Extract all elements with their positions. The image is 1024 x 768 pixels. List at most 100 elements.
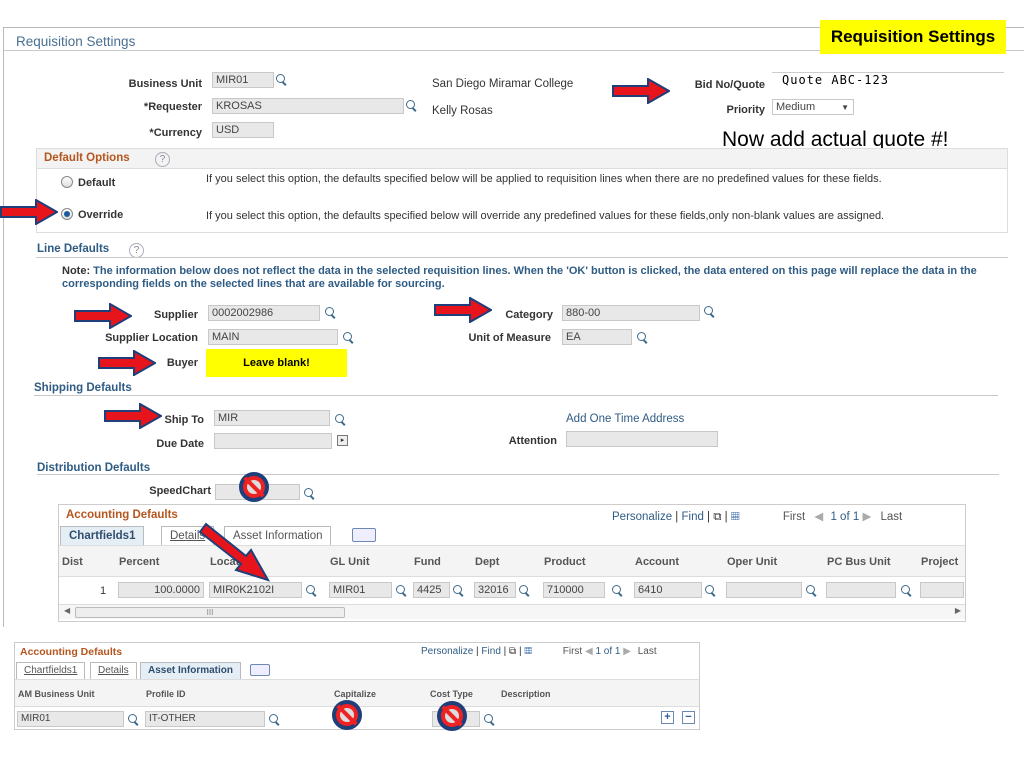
grid-title: Accounting Defaults — [20, 646, 123, 658]
lookup-icon[interactable] — [275, 73, 288, 86]
lookup-icon[interactable] — [704, 584, 717, 597]
ship-to-label: Ship To — [164, 414, 204, 426]
fund-field[interactable]: 4425 — [413, 582, 450, 598]
col-oper-unit: Oper Unit — [727, 556, 778, 568]
requester-field[interactable]: KROSAS — [212, 98, 404, 114]
lookup-icon[interactable] — [127, 713, 140, 726]
default-desc: If you select this option, the defaults … — [206, 173, 882, 185]
grid-toolbar: Personalize | Find | ⧉ | ▦ First ◀ 1 of … — [612, 511, 903, 523]
lookup-icon[interactable] — [611, 584, 624, 597]
note-text: The information below does not reflect t… — [62, 265, 977, 290]
lookup-icon[interactable] — [703, 305, 716, 318]
view-all-icon[interactable]: ⧉ — [509, 646, 516, 657]
uom-label: Unit of Measure — [468, 332, 551, 344]
speedchart-label: SpeedChart — [149, 485, 211, 497]
prev-icon[interactable]: ◀ — [585, 646, 593, 657]
view-all-icon[interactable]: ⧉ — [713, 511, 721, 523]
tab-chartfields1[interactable]: Chartfields1 — [16, 662, 86, 679]
personalize-link[interactable]: Personalize — [612, 511, 672, 523]
gl-unit-field[interactable]: MIR01 — [329, 582, 392, 598]
project-field[interactable] — [920, 582, 964, 598]
override-radio[interactable] — [61, 208, 73, 220]
profile-id-field[interactable]: IT-OTHER — [145, 711, 265, 727]
location-field[interactable]: MIR0K2102I — [209, 582, 302, 598]
col-profile-id: Profile ID — [146, 689, 186, 699]
scroll-left-icon[interactable]: ◀ — [64, 606, 70, 615]
bid-quote-field[interactable]: Quote ABC-123 — [772, 72, 1004, 90]
help-icon[interactable]: ? — [129, 243, 144, 258]
currency-field[interactable]: USD — [212, 122, 274, 138]
calendar-icon[interactable]: ▸ — [337, 435, 348, 446]
account-field[interactable]: 6410 — [634, 582, 702, 598]
lookup-icon[interactable] — [303, 487, 316, 500]
priority-value: Medium — [776, 101, 816, 113]
next-icon[interactable]: ▶ — [623, 646, 631, 657]
col-am-business-unit: AM Business Unit — [18, 689, 95, 699]
product-field[interactable]: 710000 — [543, 582, 605, 598]
pager-text: 1 of 1 — [595, 646, 621, 657]
attention-field[interactable] — [566, 431, 718, 447]
help-icon[interactable]: ? — [155, 152, 170, 167]
show-all-columns-icon[interactable] — [250, 664, 270, 676]
supplier-field[interactable]: 0002002986 — [208, 305, 320, 321]
tab-details[interactable]: Details — [90, 662, 137, 679]
tab-chartfields1[interactable]: Chartfields1 — [60, 526, 145, 545]
default-options-title: Default Options — [44, 152, 130, 164]
supplier-label: Supplier — [153, 309, 198, 321]
priority-select[interactable]: Medium ▼ — [772, 99, 854, 115]
scroll-thumb[interactable]: III — [75, 607, 345, 618]
first-link[interactable]: First — [563, 646, 582, 657]
horizontal-scrollbar[interactable]: ◀ III ▶ — [59, 604, 965, 619]
delete-row-button[interactable]: − — [682, 711, 695, 724]
grid-toolbar: Personalize | Find | ⧉ | ▦ First ◀ 1 of … — [421, 646, 657, 657]
arrow-icon — [198, 522, 271, 582]
lookup-icon[interactable] — [405, 99, 418, 112]
ship-to-field[interactable]: MIR — [214, 410, 330, 426]
next-icon[interactable]: ▶ — [862, 511, 871, 523]
lookup-icon[interactable] — [636, 331, 649, 344]
lookup-icon[interactable] — [805, 584, 818, 597]
buyer-label: Buyer — [166, 357, 198, 369]
category-field[interactable]: 880-00 — [562, 305, 700, 321]
show-all-columns-icon[interactable] — [352, 528, 376, 542]
requester-desc: Kelly Rosas — [432, 105, 493, 117]
personalize-link[interactable]: Personalize — [421, 646, 473, 657]
lookup-icon[interactable] — [395, 584, 408, 597]
lookup-icon[interactable] — [483, 713, 496, 726]
uom-field[interactable]: EA — [562, 329, 632, 345]
lookup-icon[interactable] — [518, 584, 531, 597]
percent-field[interactable]: 100.0000 — [118, 582, 204, 598]
lookup-icon[interactable] — [342, 331, 355, 344]
add-row-button[interactable]: + — [661, 711, 674, 724]
first-link[interactable]: First — [783, 511, 805, 523]
scroll-right-icon[interactable]: ▶ — [955, 606, 961, 615]
chevron-down-icon: ▼ — [841, 103, 849, 112]
dept-field[interactable]: 32016 — [474, 582, 516, 598]
lookup-icon[interactable] — [305, 584, 318, 597]
business-unit-field[interactable]: MIR01 — [212, 72, 274, 88]
add-one-time-address-link[interactable]: Add One Time Address — [566, 413, 684, 425]
due-date-field[interactable] — [214, 433, 332, 449]
requester-label: *Requester — [143, 101, 202, 113]
default-radio[interactable] — [61, 176, 73, 188]
lookup-icon[interactable] — [334, 413, 347, 426]
frame-left — [3, 27, 4, 627]
priority-label: Priority — [726, 104, 765, 116]
download-icon[interactable]: ▦ — [524, 646, 532, 657]
am-business-unit-field[interactable]: MIR01 — [17, 711, 124, 727]
pc-bus-unit-field[interactable] — [826, 582, 896, 598]
download-icon[interactable]: ▦ — [731, 511, 740, 523]
find-link[interactable]: Find — [481, 646, 500, 657]
lookup-icon[interactable] — [900, 584, 913, 597]
lookup-icon[interactable] — [324, 306, 337, 319]
prev-icon[interactable]: ◀ — [814, 511, 823, 523]
lookup-icon[interactable] — [268, 713, 281, 726]
find-link[interactable]: Find — [681, 511, 703, 523]
last-link[interactable]: Last — [638, 646, 657, 657]
last-link[interactable]: Last — [881, 511, 903, 523]
tab-asset-information[interactable]: Asset Information — [140, 662, 242, 679]
supplier-location-field[interactable]: MAIN — [208, 329, 338, 345]
category-label: Category — [505, 309, 553, 321]
lookup-icon[interactable] — [452, 584, 465, 597]
oper-unit-field[interactable] — [726, 582, 802, 598]
